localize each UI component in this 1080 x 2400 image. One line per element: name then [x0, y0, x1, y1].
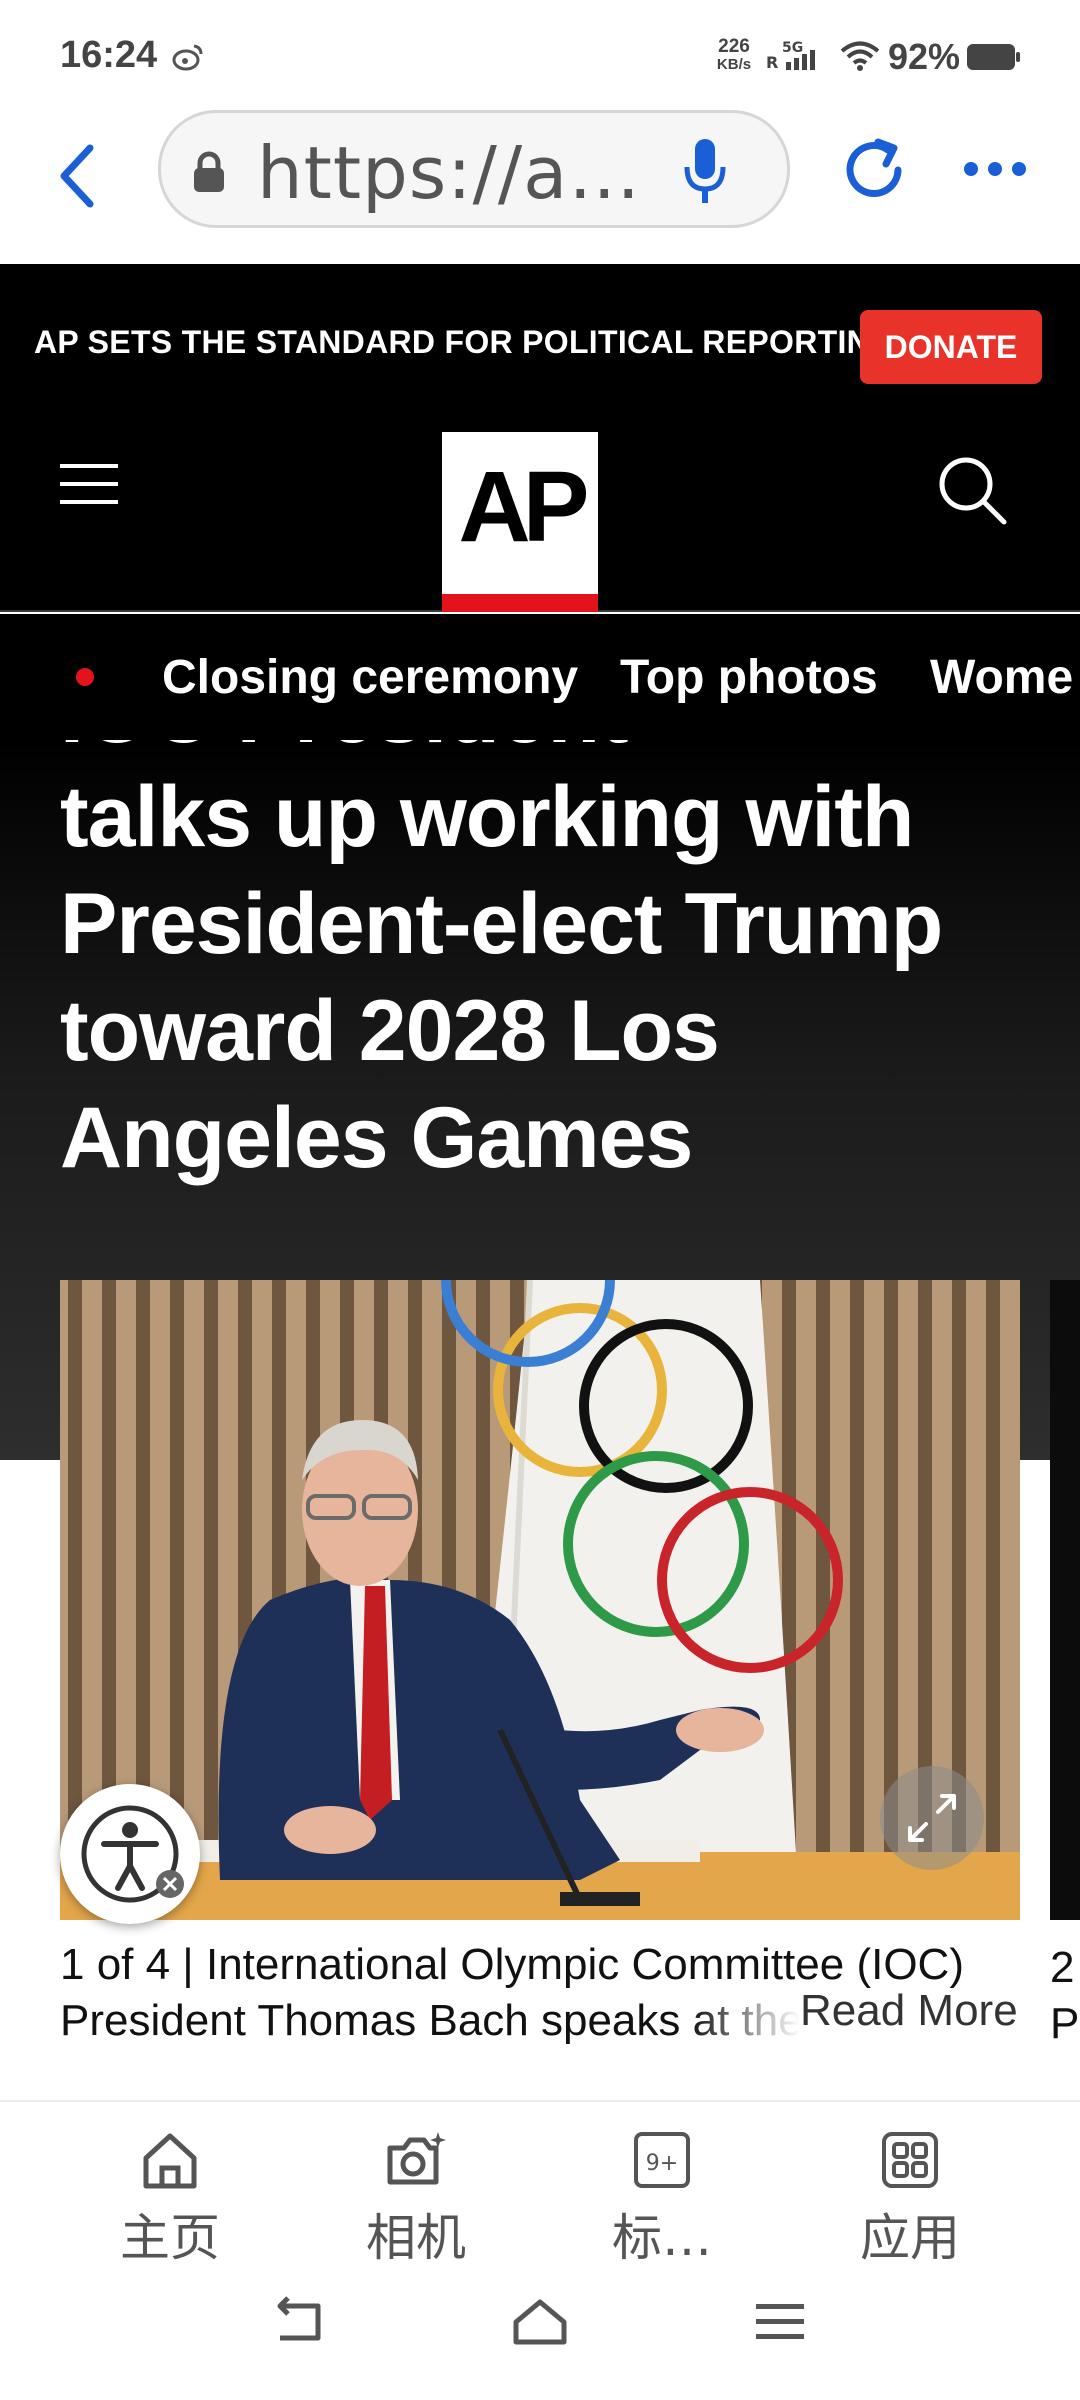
network-speed: 226 KB/s	[712, 36, 756, 74]
cell-signal-icon: R 5G	[766, 40, 815, 72]
camera-icon	[387, 2132, 446, 2185]
gallery-caption-line1: 1 of 4 | International Olympic Committee…	[60, 1940, 964, 1990]
olympic-photo-illustration	[60, 1280, 1020, 1920]
battery-percent: 92%	[888, 36, 961, 77]
browser-bottom-toolbar: 主页 相机 9+ 标… 应用	[0, 2100, 1080, 2270]
topic-top-photos[interactable]: Top photos	[620, 650, 878, 705]
wifi-icon	[840, 41, 880, 71]
live-indicator-dot	[76, 668, 94, 686]
system-navigation-bar	[0, 2270, 1080, 2400]
url-text[interactable]: https://a…	[257, 131, 641, 215]
read-more-link[interactable]: Read More	[800, 1986, 1018, 2036]
tabs-icon: 9+	[634, 2132, 690, 2188]
wall-slat	[204, 1280, 218, 1920]
apps-icon	[882, 2132, 938, 2188]
network-speed-unit: KB/s	[716, 56, 752, 73]
donate-button[interactable]: DONATE	[860, 310, 1042, 384]
wall-slat	[986, 1280, 1000, 1920]
lock-icon	[194, 151, 224, 192]
ap-logo-text: AP	[458, 451, 590, 563]
wall-slat	[816, 1280, 830, 1920]
back-icon[interactable]	[50, 134, 106, 218]
banner-text: AP SETS THE STANDARD FOR POLITICAL REPOR…	[34, 324, 905, 360]
address-bar[interactable]: https://a…	[158, 110, 790, 228]
more-icon[interactable]	[962, 154, 1028, 184]
web-content: AP SETS THE STANDARD FOR POLITICAL REPOR…	[0, 264, 1080, 2100]
network-speed-value: 226	[718, 36, 750, 57]
home-nav-icon[interactable]	[510, 2296, 570, 2348]
battery-icon	[967, 44, 1020, 70]
gallery-photo[interactable]	[60, 1280, 1020, 1920]
next-gallery-counter: 2	[1050, 1943, 1075, 1992]
topic-women[interactable]: Wome	[930, 650, 1073, 705]
weibo-icon	[172, 44, 203, 71]
ap-logo-red-bar	[442, 594, 598, 612]
reload-icon[interactable]	[838, 134, 910, 206]
promo-banner: AP SETS THE STANDARD FOR POLITICAL REPOR…	[0, 264, 1080, 394]
recents-nav-icon[interactable]	[750, 2296, 810, 2348]
search-icon[interactable]	[936, 454, 1008, 526]
toolbar-home-label: 主页	[120, 2209, 220, 2267]
headline-cut-line: IOC President	[60, 740, 629, 767]
toolbar-apps-label: 应用	[860, 2209, 960, 2267]
status-bar: 16:24 226 KB/s R 5G 92%	[0, 0, 1080, 110]
mic-icon[interactable]	[681, 137, 729, 207]
topic-closing-ceremony[interactable]: Closing ceremony	[162, 650, 578, 705]
hamburger-menu-icon[interactable]	[60, 462, 118, 506]
gallery-caption-text: International Olympic Committee (IOC)	[205, 1940, 964, 1989]
site-header: AP	[0, 394, 1080, 612]
toolbar-home[interactable]: 主页	[90, 2128, 250, 2268]
browser-toolbar: https://a…	[0, 110, 1080, 264]
caption-fade	[690, 1992, 800, 2048]
next-gallery-photo-peek[interactable]	[1050, 1280, 1080, 1920]
home-icon	[143, 2133, 197, 2189]
back-nav-icon[interactable]	[272, 2296, 332, 2348]
ap-logo[interactable]: AP	[442, 432, 598, 612]
expand-photo-icon[interactable]	[880, 1766, 984, 1870]
next-gallery-caption: 2 Pr	[1050, 1940, 1080, 2052]
toolbar-tabs-label: 标…	[612, 2209, 712, 2267]
toolbar-camera-label: 相机	[366, 2209, 466, 2267]
svg-text:R: R	[766, 53, 778, 72]
gallery-counter: 1 of 4 |	[60, 1940, 194, 1989]
accessibility-icon[interactable]	[60, 1784, 200, 1924]
next-gallery-caption-text: Pr	[1050, 1999, 1080, 2048]
toolbar-camera[interactable]: 相机	[336, 2128, 496, 2268]
gallery-caption-line2: President Thomas Bach speaks at the c	[60, 1996, 800, 2045]
toolbar-apps[interactable]: 应用	[830, 2128, 990, 2268]
article-headline: talks up working with President-elect Tr…	[60, 769, 943, 1186]
svg-text:5G: 5G	[782, 40, 803, 56]
wall-slat	[850, 1280, 864, 1920]
toolbar-tabs[interactable]: 9+ 标…	[582, 2128, 742, 2268]
status-time: 16:24	[60, 34, 158, 76]
tabs-count-badge: 9+	[646, 2151, 678, 2176]
topic-nav: Closing ceremony Top photos Wome	[0, 614, 1080, 740]
